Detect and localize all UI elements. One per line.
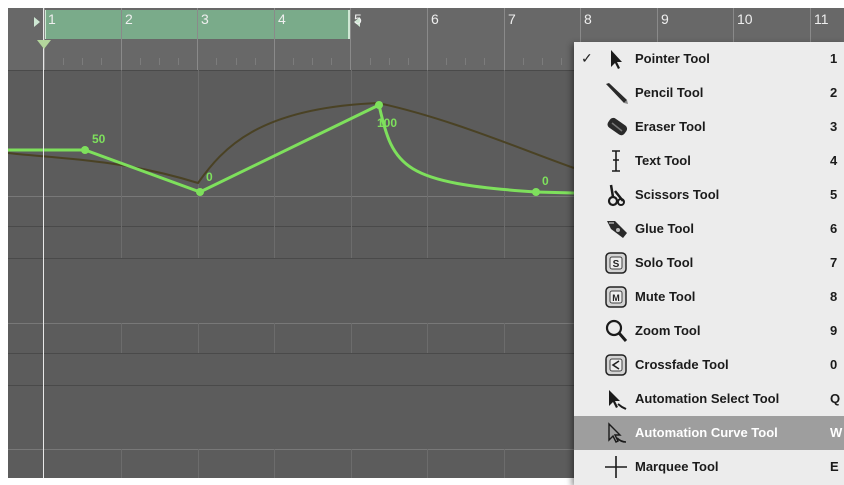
- automation-node[interactable]: [532, 188, 540, 196]
- menu-item-label: Automation Curve Tool: [635, 425, 778, 440]
- zoom-icon: [605, 319, 628, 342]
- menu-item-text-tool[interactable]: Text Tool 4: [574, 144, 844, 178]
- eraser-icon: [607, 117, 628, 136]
- menu-item-shortcut: 5: [830, 187, 838, 202]
- menu-item-marquee-tool[interactable]: Marquee Tool E: [574, 450, 844, 484]
- automation-value-label: 100: [377, 116, 398, 130]
- automation-node[interactable]: [196, 188, 204, 196]
- menu-item-automation-curve-tool[interactable]: Automation Curve Tool W: [574, 416, 844, 450]
- menu-item-shortcut: 0: [830, 357, 838, 372]
- menu-item-shortcut: Q: [830, 391, 841, 406]
- crossfade-icon: [605, 354, 627, 376]
- automation-select-icon: [609, 390, 627, 410]
- automation-value-label: 0: [542, 174, 549, 188]
- automation-value-label: 0: [206, 170, 213, 184]
- playhead-line[interactable]: [43, 8, 44, 478]
- menu-item-pencil-tool[interactable]: Pencil Tool 2: [574, 76, 844, 110]
- automation-node[interactable]: [375, 101, 383, 109]
- menu-item-label: Text Tool: [635, 153, 691, 168]
- logic-arrange-window: 1 2 3 4 5 6 7 8 9 10 11 50 0 100 0 ✓ Poi…: [0, 0, 844, 485]
- menu-item-automation-select-tool[interactable]: Automation Select Tool Q: [574, 382, 844, 416]
- automation-node[interactable]: [81, 146, 89, 154]
- menu-item-solo-tool[interactable]: S Solo Tool 7: [574, 246, 844, 280]
- menu-item-shortcut: 8: [830, 289, 838, 304]
- menu-item-pointer-tool[interactable]: ✓ Pointer Tool 1: [574, 42, 844, 76]
- svg-text:S: S: [613, 259, 620, 270]
- menu-item-shortcut: 7: [830, 255, 838, 270]
- glue-icon: [607, 221, 627, 238]
- menu-item-label: Zoom Tool: [635, 323, 701, 338]
- menu-item-label: Pointer Tool: [635, 51, 710, 66]
- menu-item-shortcut: 2: [830, 85, 838, 100]
- menu-item-eraser-tool[interactable]: Eraser Tool 3: [574, 110, 844, 144]
- text-cursor-icon: [612, 150, 620, 172]
- menu-item-shortcut: W: [830, 425, 843, 440]
- menu-item-shortcut: 6: [830, 221, 838, 236]
- solo-icon: S: [605, 252, 627, 274]
- marquee-icon: [605, 456, 627, 478]
- menu-item-mute-tool[interactable]: M Mute Tool 8: [574, 280, 844, 314]
- menu-item-label: Glue Tool: [635, 221, 694, 236]
- playhead-marker[interactable]: [37, 40, 51, 49]
- automation-curve-icon: [608, 422, 627, 443]
- svg-text:M: M: [612, 293, 620, 303]
- menu-item-label: Marquee Tool: [635, 459, 719, 474]
- menu-item-label: Mute Tool: [635, 289, 696, 304]
- menu-item-label: Pencil Tool: [635, 85, 704, 100]
- scissors-icon: [607, 184, 625, 207]
- automation-line[interactable]: [8, 103, 380, 194]
- menu-item-label: Solo Tool: [635, 255, 694, 270]
- menu-item-shortcut: 4: [830, 153, 838, 168]
- menu-item-scissors-tool[interactable]: Scissors Tool 5: [574, 178, 844, 212]
- menu-item-shortcut: 1: [830, 51, 838, 66]
- menu-item-label: Scissors Tool: [635, 187, 720, 202]
- menu-item-label: Eraser Tool: [635, 119, 706, 134]
- menu-item-label: Automation Select Tool: [635, 391, 780, 406]
- menu-item-crossfade-tool[interactable]: Crossfade Tool 0: [574, 348, 844, 382]
- tool-menu[interactable]: ✓ Pointer Tool 1 Pencil Tool 2 Eraser To…: [574, 42, 844, 485]
- menu-item-zoom-tool[interactable]: Zoom Tool 9: [574, 314, 844, 348]
- pencil-icon: [606, 83, 628, 104]
- menu-item-shortcut: E: [830, 459, 839, 474]
- mute-icon: M: [605, 286, 627, 308]
- pointer-icon: [611, 50, 622, 69]
- automation-value-label: 50: [92, 132, 106, 146]
- menu-item-shortcut: 9: [830, 323, 838, 338]
- menu-item-label: Crossfade Tool: [635, 357, 729, 372]
- menu-item-glue-tool[interactable]: Glue Tool 6: [574, 212, 844, 246]
- menu-item-shortcut: 3: [830, 119, 838, 134]
- check-icon: ✓: [581, 50, 593, 66]
